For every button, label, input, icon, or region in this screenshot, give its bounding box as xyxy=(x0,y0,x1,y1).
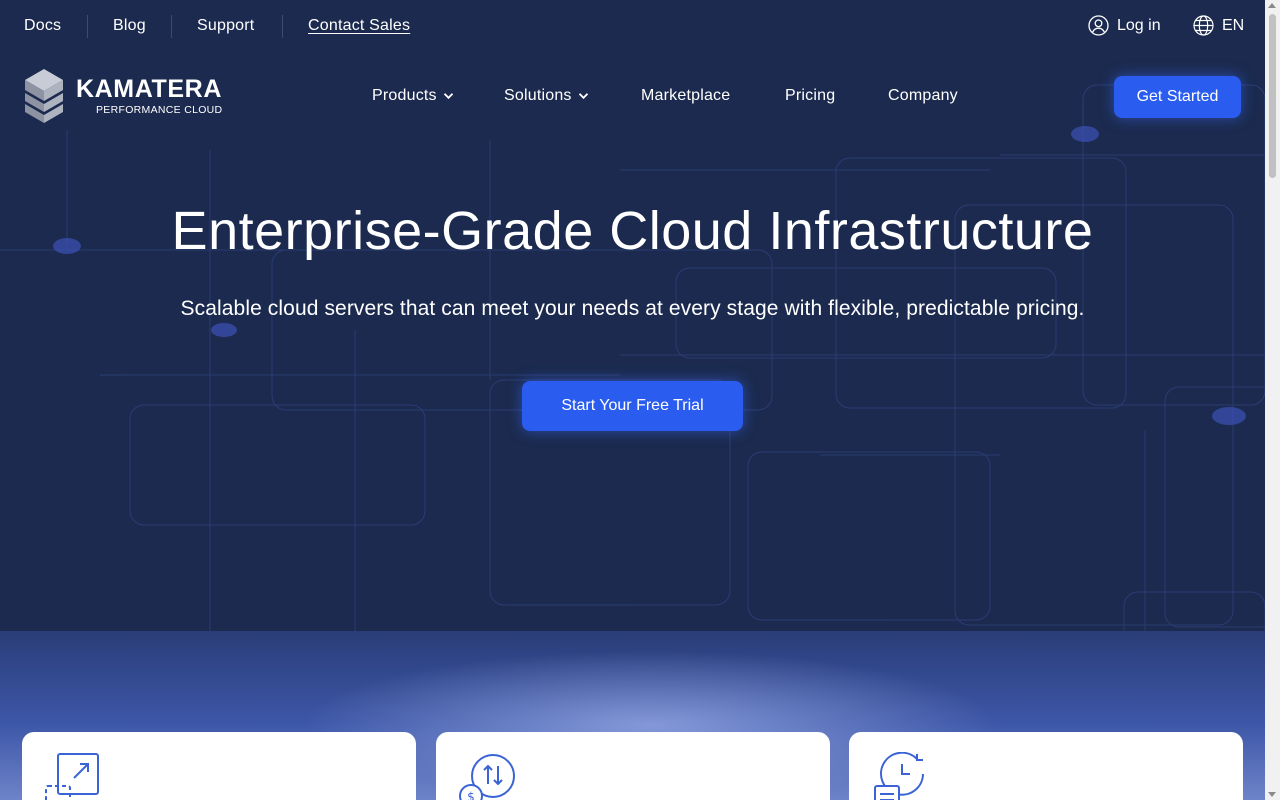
login-label: Log in xyxy=(1117,16,1161,34)
language-label: EN xyxy=(1222,16,1245,34)
nav-item-label: Marketplace xyxy=(641,87,731,104)
brand-name: KAMATERA xyxy=(76,75,222,103)
nav-item-label: Pricing xyxy=(785,87,836,104)
nav-company[interactable]: Company xyxy=(888,87,958,105)
utility-bar: Docs Blog Support Contact Sales Log in E… xyxy=(0,0,1265,52)
contact-sales-link[interactable]: Contact Sales xyxy=(308,17,410,35)
globe-icon xyxy=(1193,15,1214,36)
scroll-up-icon[interactable] xyxy=(1268,3,1276,8)
scrollbar[interactable] xyxy=(1265,0,1280,800)
scroll-thumb[interactable] xyxy=(1269,14,1276,178)
feature-card[interactable]: $ xyxy=(436,732,830,800)
nav-marketplace[interactable]: Marketplace xyxy=(641,87,730,105)
login-link[interactable]: Log in xyxy=(1088,15,1161,36)
nav-item-label: Company xyxy=(888,87,958,104)
language-selector[interactable]: EN xyxy=(1193,15,1244,36)
nav-products[interactable]: Products xyxy=(372,87,454,105)
blog-link[interactable]: Blog xyxy=(113,17,146,35)
divider xyxy=(282,15,283,38)
scroll-down-icon[interactable] xyxy=(1268,792,1276,797)
nav-solutions[interactable]: Solutions xyxy=(504,87,589,105)
feature-card[interactable] xyxy=(22,732,416,800)
nav-item-label: Products xyxy=(372,87,437,104)
svg-text:$: $ xyxy=(467,790,475,800)
start-free-trial-button[interactable]: Start Your Free Trial xyxy=(522,381,743,431)
clock-document-icon xyxy=(874,752,924,800)
divider xyxy=(87,15,88,38)
docs-link[interactable]: Docs xyxy=(24,17,61,35)
chevron-down-icon xyxy=(443,93,453,100)
hero-subtitle: Scalable cloud servers that can meet you… xyxy=(180,297,1085,320)
page-title: Enterprise-Grade Cloud Infrastructure xyxy=(171,201,1094,261)
user-icon xyxy=(1088,15,1109,36)
support-link[interactable]: Support xyxy=(197,17,254,35)
scale-resize-icon xyxy=(45,753,99,800)
cost-exchange-icon: $ xyxy=(459,754,515,800)
nav-item-label: Solutions xyxy=(504,87,572,104)
get-started-button[interactable]: Get Started xyxy=(1114,76,1241,118)
divider xyxy=(171,15,172,38)
nav-pricing[interactable]: Pricing xyxy=(785,87,835,105)
feature-card[interactable] xyxy=(849,732,1243,800)
brand-logo[interactable]: KAMATERA PERFORMANCE CLOUD xyxy=(24,68,222,124)
kamatera-logo-icon xyxy=(25,69,63,123)
brand-tagline: PERFORMANCE CLOUD xyxy=(96,104,223,116)
chevron-down-icon xyxy=(578,93,588,100)
